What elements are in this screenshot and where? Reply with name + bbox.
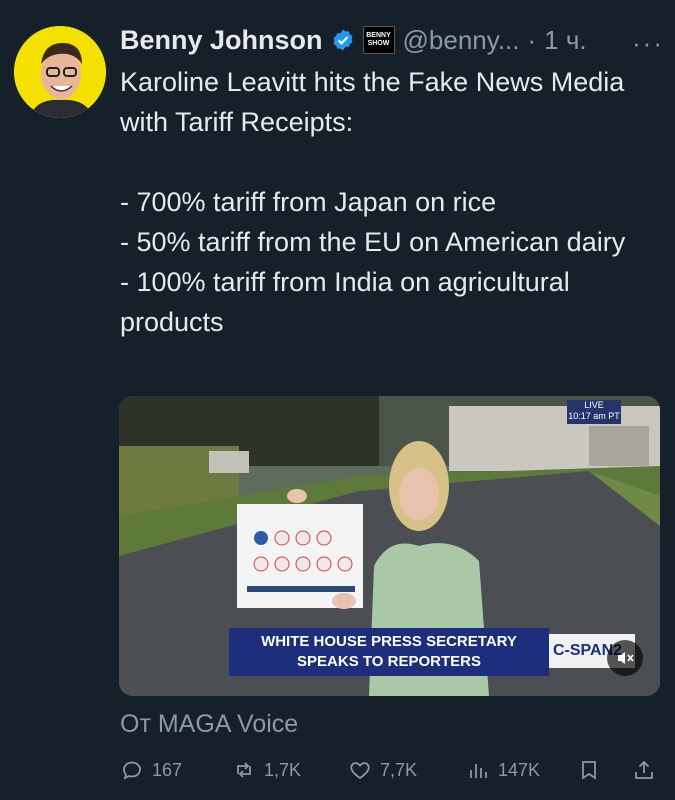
more-options-icon[interactable]: ··· — [632, 28, 664, 59]
action-bar: 167 1,7K 7,7K 147K — [120, 758, 665, 792]
reply-count: 167 — [152, 759, 183, 780]
author-handle[interactable]: @benny... — [403, 25, 520, 56]
share-button[interactable] — [632, 758, 656, 782]
video-player[interactable]: LIVE 10:17 am PT WHITE HOUSE PRESS SECRE… — [119, 396, 660, 696]
like-button[interactable]: 7,7K — [348, 758, 417, 782]
share-icon — [635, 760, 653, 779]
views-button[interactable]: 147K — [466, 758, 540, 782]
live-indicator: LIVE 10:17 am PT — [567, 400, 621, 424]
repost-icon — [237, 762, 251, 778]
chyron-line1: WHITE HOUSE PRESS SECRETARY — [261, 633, 517, 650]
chyron-line2: SPEAKS TO REPORTERS — [297, 653, 481, 670]
bookmark-button[interactable] — [577, 758, 601, 782]
author-avatar[interactable] — [14, 26, 106, 118]
speaker-muted-icon[interactable] — [607, 640, 643, 676]
author-name[interactable]: Benny Johnson — [120, 25, 323, 56]
reply-button[interactable]: 167 — [120, 758, 182, 782]
repost-button[interactable]: 1,7K — [232, 758, 301, 782]
live-time: 10:17 am PT — [568, 411, 620, 421]
post-header: Benny Johnson BENNY SHOW @benny... · 1 ч. — [120, 22, 587, 58]
views-count: 147K — [498, 759, 541, 780]
repost-count: 1,7K — [264, 759, 302, 780]
live-label: LIVE — [584, 400, 604, 410]
affiliate-badge-icon[interactable]: BENNY SHOW — [362, 26, 395, 54]
separator-dot: · — [527, 24, 537, 55]
views-chart-icon — [470, 764, 487, 778]
verified-badge-icon — [333, 29, 353, 51]
mute-glyph — [618, 652, 634, 664]
bookmark-icon — [582, 761, 596, 780]
avatar-portrait — [14, 26, 106, 118]
attribution-text[interactable]: От MAGA Voice — [120, 710, 298, 739]
post-text: Karoline Leavitt hits the Fake News Medi… — [120, 67, 626, 337]
network-name: C-SPAN — [553, 642, 614, 659]
heart-icon — [350, 762, 370, 780]
news-chyron: WHITE HOUSE PRESS SECRETARY SPEAKS TO RE… — [229, 628, 549, 676]
post-timestamp[interactable]: 1 ч. — [544, 25, 586, 56]
like-count: 7,7K — [380, 759, 418, 780]
reply-icon — [123, 761, 141, 780]
